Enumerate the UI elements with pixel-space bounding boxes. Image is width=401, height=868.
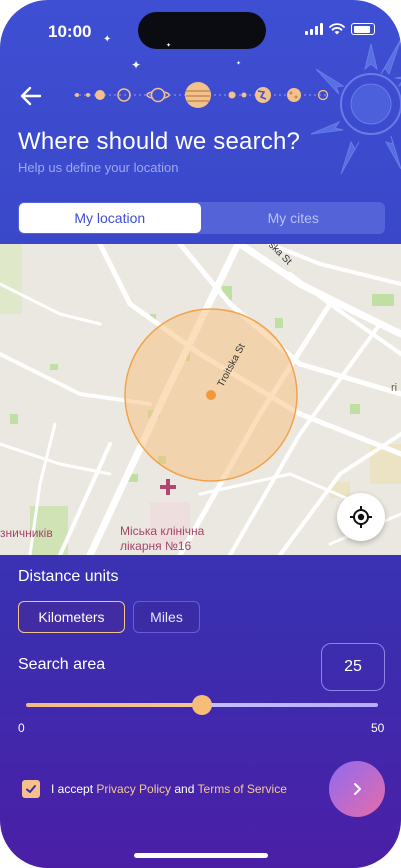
slider-track-rest (202, 703, 378, 707)
kilometers-button[interactable]: Kilometers (18, 601, 125, 633)
home-indicator (134, 853, 268, 858)
page-title: Where should we search? (18, 128, 301, 155)
distance-units-label: Distance units (18, 568, 119, 585)
place-label: Міська клінічна лікарня №16 (120, 524, 205, 553)
tab-my-location[interactable]: My location (19, 203, 201, 233)
search-area-value[interactable]: 25 (321, 643, 385, 691)
privacy-policy-link[interactable]: Privacy Policy (96, 782, 171, 796)
checkmark-icon (26, 785, 36, 793)
page-subtitle: Help us define your location (18, 160, 179, 175)
place-label-edge: зничників (0, 526, 53, 540)
tab-my-cites[interactable]: My cites (203, 203, 385, 233)
miles-button[interactable]: Miles (133, 601, 200, 633)
sparkle-icon: ✦ (131, 58, 142, 72)
accept-terms-checkbox[interactable] (22, 780, 40, 798)
phone-screen: 10:00 ✦ ✦ ✦ ✦ Where should we search? He… (0, 0, 401, 868)
terms-text: I accept Privacy Policy and Terms of Ser… (51, 782, 287, 796)
slider-max-label: 50 (371, 721, 385, 735)
sparkle-icon: ✦ (166, 43, 172, 49)
search-area-slider[interactable] (26, 695, 378, 715)
sparkle-icon: ✦ (103, 34, 112, 45)
search-area-label: Search area (18, 656, 106, 673)
next-button[interactable] (329, 761, 385, 817)
chevron-right-icon (354, 783, 361, 795)
sparkle-icon: ✦ (236, 61, 242, 67)
dynamic-island (138, 12, 266, 49)
planet-progress-indicator (74, 82, 329, 108)
my-location-button[interactable] (337, 493, 385, 541)
slider-track-filled (26, 703, 202, 707)
location-tabs: My location My cites (18, 202, 385, 234)
back-arrow-icon[interactable] (18, 84, 44, 108)
place-label-edge: ri (391, 382, 398, 394)
terms-of-service-link[interactable]: Terms of Service (198, 782, 287, 796)
slider-min-label: 0 (18, 721, 25, 735)
status-time: 10:00 (48, 22, 92, 41)
crosshair-icon (350, 506, 372, 528)
slider-thumb[interactable] (192, 695, 212, 715)
